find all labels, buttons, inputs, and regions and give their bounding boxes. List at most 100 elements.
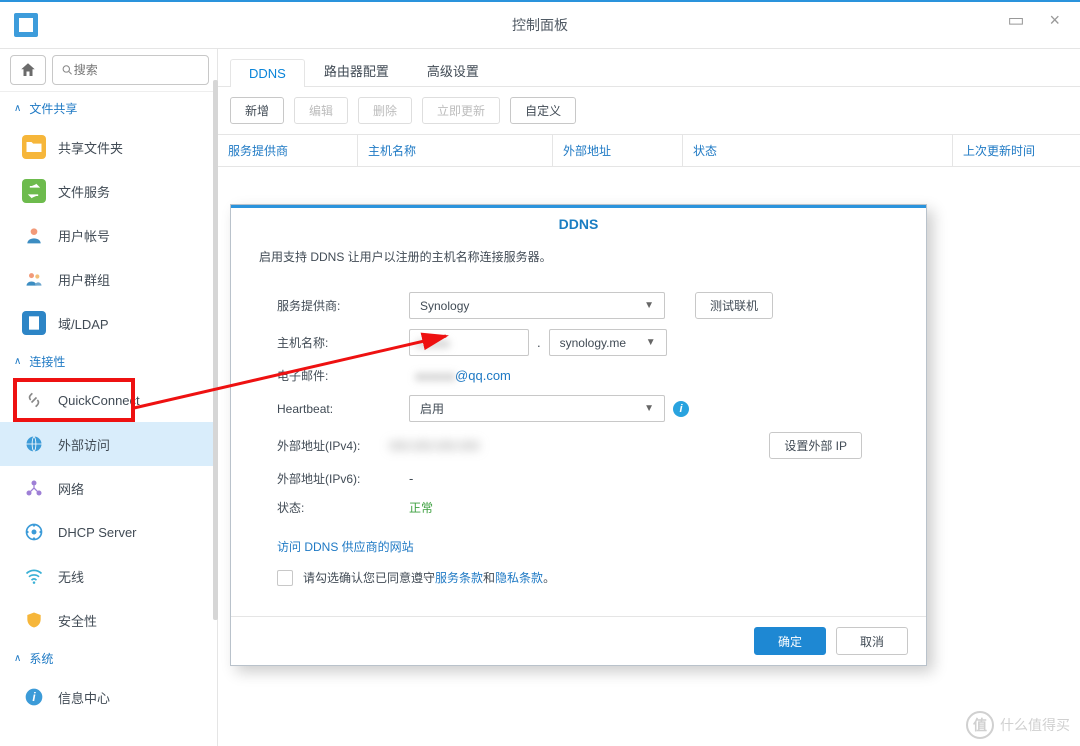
table-header: 服务提供商 主机名称 外部地址 状态 上次更新时间 xyxy=(218,134,1080,167)
ext-ipv4-value: 000.000.000.000 xyxy=(383,439,479,453)
folder-icon xyxy=(24,137,44,157)
label-status: 状态: xyxy=(259,499,409,516)
caret-down-icon: ▼ xyxy=(644,300,654,311)
hostname-input[interactable]: aaaaa xyxy=(409,329,529,356)
sidebar-item-network[interactable]: 网络 xyxy=(0,466,217,510)
search-input[interactable] xyxy=(74,63,200,77)
window-title: 控制面板 xyxy=(512,15,568,35)
app-icon xyxy=(14,13,38,37)
edit-button[interactable]: 编辑 xyxy=(294,97,348,124)
toolbar: 新增 编辑 删除 立即更新 自定义 xyxy=(218,87,1080,134)
privacy-link[interactable]: 隐私条款 xyxy=(495,571,543,585)
sidebar-item-quickconnect[interactable]: QuickConnect xyxy=(0,378,217,422)
window-controls[interactable]: ▭ × xyxy=(1007,10,1070,31)
link-icon xyxy=(24,390,44,410)
watermark: 值 什么值得买 xyxy=(966,711,1070,739)
tab-router[interactable]: 路由器配置 xyxy=(305,54,408,86)
home-button[interactable] xyxy=(10,55,46,85)
status-value: 正常 xyxy=(409,499,433,516)
section-connectivity[interactable]: ∧ 连接性 xyxy=(0,345,217,378)
dialog-desc: 启用支持 DDNS 让用户以注册的主机名称连接服务器。 xyxy=(259,244,898,287)
sidebar-item-group[interactable]: 用户群组 xyxy=(0,257,217,301)
ok-button[interactable]: 确定 xyxy=(754,627,826,655)
sidebar-item-label: 文件服务 xyxy=(58,182,110,201)
provider-select[interactable]: Synology ▼ xyxy=(409,292,665,319)
sidebar-item-label: 安全性 xyxy=(58,611,97,630)
tab-bar: DDNS 路由器配置 高级设置 xyxy=(218,53,1080,87)
sidebar-item-domain[interactable]: 域/LDAP xyxy=(0,301,217,345)
section-fileshare[interactable]: ∧ 文件共享 xyxy=(0,92,217,125)
col-hostname[interactable]: 主机名称 xyxy=(358,135,553,166)
col-status[interactable]: 状态 xyxy=(683,135,953,166)
sidebar-item-label: 共享文件夹 xyxy=(58,138,123,157)
sidebar-item-label: 网络 xyxy=(58,479,84,498)
custom-button[interactable]: 自定义 xyxy=(510,97,576,124)
sidebar-item-label: 用户群组 xyxy=(58,270,110,289)
sidebar-item-user[interactable]: 用户帐号 xyxy=(0,213,217,257)
group-icon xyxy=(24,269,44,289)
agree-row: 请勾选确认您已同意遵守服务条款和隐私条款。 xyxy=(259,565,898,604)
chevron-up-icon: ∧ xyxy=(14,103,21,114)
chevron-up-icon: ∧ xyxy=(14,653,21,664)
heartbeat-select[interactable]: 启用 ▼ xyxy=(409,395,665,422)
add-button[interactable]: 新增 xyxy=(230,97,284,124)
sidebar-item-wireless[interactable]: 无线 xyxy=(0,554,217,598)
label-provider: 服务提供商: xyxy=(259,297,409,314)
label-ext-ipv6: 外部地址(IPv6): xyxy=(259,470,409,487)
col-ext-addr[interactable]: 外部地址 xyxy=(553,135,683,166)
caret-down-icon: ▼ xyxy=(644,403,654,414)
dot-separator: . xyxy=(537,335,541,350)
section-system[interactable]: ∧ 系统 xyxy=(0,642,217,675)
delete-button[interactable]: 删除 xyxy=(358,97,412,124)
cancel-button[interactable]: 取消 xyxy=(836,627,908,655)
dhcp-icon xyxy=(24,522,44,542)
label-email: 电子邮件: xyxy=(259,367,409,384)
tos-link[interactable]: 服务条款 xyxy=(435,571,483,585)
search-input-wrap[interactable] xyxy=(52,55,209,85)
col-last-update[interactable]: 上次更新时间 xyxy=(953,135,1080,166)
sidebar-item-label: 域/LDAP xyxy=(58,314,109,333)
title-bar: 控制面板 ▭ × xyxy=(0,2,1080,49)
sidebar-item-label: 外部访问 xyxy=(58,435,110,454)
sidebar-item-label: DHCP Server xyxy=(58,525,137,540)
sidebar-item-label: 用户帐号 xyxy=(58,226,110,245)
exchange-icon xyxy=(24,181,44,201)
shield-icon xyxy=(24,610,44,630)
sidebar-item-shared-folder[interactable]: 共享文件夹 xyxy=(0,125,217,169)
ext-ipv6-value: - xyxy=(409,471,413,486)
network-icon xyxy=(24,478,44,498)
search-icon xyxy=(61,63,74,77)
label-hostname: 主机名称: xyxy=(259,334,409,351)
sidebar-item-label: QuickConnect xyxy=(58,393,140,408)
info-icon: i xyxy=(24,687,44,707)
book-icon xyxy=(24,313,44,333)
home-icon xyxy=(19,61,37,79)
sidebar-item-label: 无线 xyxy=(58,567,84,586)
sidebar-item-label: 信息中心 xyxy=(58,688,110,707)
sidebar-item-info-center[interactable]: i 信息中心 xyxy=(0,675,217,719)
col-provider[interactable]: 服务提供商 xyxy=(218,135,358,166)
tab-advanced[interactable]: 高级设置 xyxy=(408,54,498,86)
tab-ddns[interactable]: DDNS xyxy=(230,59,305,87)
content-area: DDNS 路由器配置 高级设置 新增 编辑 删除 立即更新 自定义 服务提供商 … xyxy=(218,49,1080,746)
ddns-dialog: DDNS 启用支持 DDNS 让用户以注册的主机名称连接服务器。 服务提供商: … xyxy=(230,204,927,666)
set-external-ip-button[interactable]: 设置外部 IP xyxy=(769,432,862,459)
sidebar-item-security[interactable]: 安全性 xyxy=(0,598,217,642)
sidebar-item-file-service[interactable]: 文件服务 xyxy=(0,169,217,213)
info-icon[interactable]: i xyxy=(673,401,689,417)
domain-suffix-select[interactable]: synology.me ▼ xyxy=(549,329,667,356)
agree-checkbox[interactable] xyxy=(277,570,293,586)
wifi-icon xyxy=(24,566,44,586)
email-value: aaaaaa@qq.com xyxy=(409,368,511,383)
label-heartbeat: Heartbeat: xyxy=(259,402,409,416)
sidebar-item-dhcp[interactable]: DHCP Server xyxy=(0,510,217,554)
caret-down-icon: ▼ xyxy=(646,337,656,348)
test-connect-button[interactable]: 测试联机 xyxy=(695,292,773,319)
globe-icon xyxy=(24,434,44,454)
update-now-button[interactable]: 立即更新 xyxy=(422,97,500,124)
provider-website-link[interactable]: 访问 DDNS 供应商的网站 xyxy=(259,522,898,565)
dialog-title: DDNS xyxy=(231,208,926,244)
sidebar-item-external-access[interactable]: 外部访问 xyxy=(0,422,217,466)
user-icon xyxy=(24,225,44,245)
label-ext-ipv4: 外部地址(IPv4): xyxy=(259,437,383,454)
